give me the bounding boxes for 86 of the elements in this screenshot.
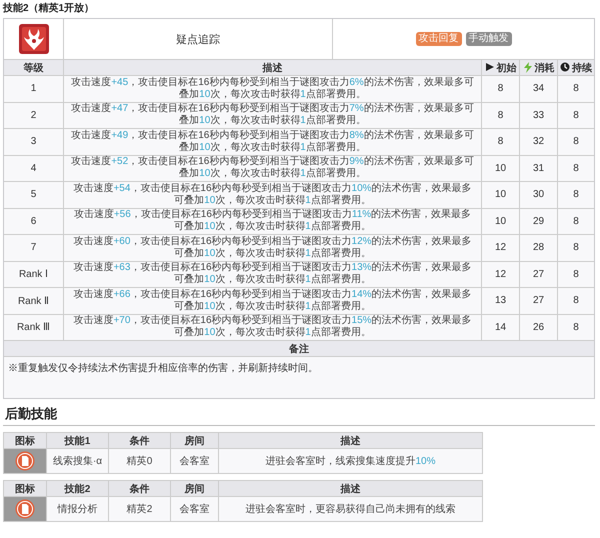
level-cell: 4	[30, 162, 36, 174]
skill-icon	[18, 23, 50, 55]
level-cell: Rank Ⅲ	[16, 321, 50, 334]
column-header: 房间	[184, 482, 204, 496]
initial-cell: 12	[494, 268, 506, 280]
cost-cell: 34	[532, 83, 544, 94]
cost-cell: 27	[532, 295, 544, 306]
initial-cell: 14	[494, 322, 506, 333]
duration-cell: 8	[573, 268, 579, 280]
condition-cell-text: 精英2	[126, 502, 152, 516]
column-header: 描述	[340, 482, 360, 496]
description-text: 攻击速度+63，攻击使目标在16秒内每秒受到相当于谜图攻击力13%的法术伤害，效果最多可叠加10次，每次攻击时获得1点部署费用。	[72, 262, 473, 286]
skill-name: 疑点追踪	[176, 32, 220, 46]
description-text: 进驻会客室时，线索搜集速度提升10%	[265, 454, 436, 468]
document-icon	[15, 499, 35, 519]
initial-cell: 10	[494, 162, 506, 174]
column-header: 消耗	[534, 62, 554, 74]
duration-cell: 8	[573, 83, 579, 94]
condition-cell-text: 精英0	[126, 454, 152, 468]
duration-cell: 8	[573, 136, 579, 148]
level-cell: 2	[30, 110, 36, 121]
cost-cell: 30	[532, 189, 544, 200]
column-header: 条件	[130, 482, 150, 496]
column-header: 房间	[184, 434, 204, 448]
description-text: 攻击速度+54，攻击使目标在16秒内每秒受到相当于谜图攻击力10%的法术伤害，效果最多可叠加10次，每次攻击时获得1点部署费用。	[72, 182, 473, 207]
description-text: 攻击速度+49，攻击使目标在16秒内每秒受到相当于谜图攻击力8%的法术伤害，效果最多可叠加10次，每次攻击时获得1点部署费用。	[70, 130, 475, 154]
skill-name: 情报分析	[58, 502, 98, 516]
duration-cell: 8	[573, 162, 579, 174]
duration-cell: 8	[573, 242, 579, 254]
section-heading: 后勤技能	[3, 407, 595, 426]
level-cell: 3	[30, 136, 36, 148]
initial-cell: 10	[494, 216, 506, 227]
play-icon	[484, 62, 494, 73]
duration-cell: 8	[573, 295, 579, 306]
duration-cell: 8	[573, 110, 579, 121]
column-header: 等级	[24, 62, 44, 74]
cost-cell: 28	[532, 242, 544, 254]
column-header: 持续	[572, 62, 592, 74]
initial-cell: 10	[494, 189, 506, 200]
cost-cell: 33	[532, 110, 544, 121]
initial-cell: 8	[498, 110, 504, 121]
cost-cell: 32	[532, 136, 544, 148]
cost-cell: 31	[532, 162, 544, 174]
level-cell: 1	[30, 83, 36, 94]
room-cell-text: 会客室	[180, 454, 210, 468]
initial-cell: 12	[494, 242, 506, 254]
level-cell: 5	[30, 189, 36, 200]
duration-cell: 8	[573, 322, 579, 333]
description-text: 攻击速度+60，攻击使目标在16秒内每秒受到相当于谜图攻击力12%的法术伤害，效果最多可叠加10次，每次攻击时获得1点部署费用。	[72, 236, 473, 260]
level-cell: 7	[30, 242, 36, 254]
column-header: 初始	[496, 61, 516, 74]
level-cell: 6	[30, 216, 36, 227]
cost-cell: 29	[532, 216, 544, 227]
tag-label: 手动触发	[466, 32, 512, 46]
clock-icon	[560, 62, 570, 73]
cost-cell: 26	[532, 322, 544, 333]
remarks-text: ※重复触发仅令持续法术伤害提升相应倍率的伤害，并刷新持续时间。	[8, 363, 318, 374]
skill-name: 线索搜集·α	[52, 454, 102, 468]
column-header: 图标	[15, 434, 35, 448]
description-text: 攻击速度+47，攻击使目标在16秒内每秒受到相当于谜图攻击力7%的法术伤害，效果最多可叠加10次，每次攻击时获得1点部署费用。	[70, 103, 475, 128]
room-cell-text: 会客室	[180, 502, 210, 516]
description-text: 攻击速度+56，攻击使目标在16秒内每秒受到相当于谜图攻击力11%的法术伤害，效果最多可叠加10次，每次攻击时获得1点部署费用。	[72, 209, 472, 234]
level-cell: Rank Ⅱ	[18, 294, 50, 307]
description-text: 进驻会客室时，更容易获得自己尚未拥有的线索	[246, 502, 456, 516]
column-header: 技能2	[64, 482, 90, 496]
initial-cell: 8	[498, 83, 504, 94]
column-header: 技能1	[64, 434, 90, 448]
column-header: 描述	[340, 434, 360, 448]
section-title: 技能2（精英1开放）	[3, 2, 96, 16]
duration-cell: 8	[573, 189, 579, 200]
remarks-header: 备注	[289, 342, 309, 356]
initial-cell: 13	[494, 295, 506, 306]
tag-label: 攻击回复	[416, 32, 462, 46]
duration-cell: 8	[573, 216, 579, 227]
cost-cell: 27	[532, 268, 544, 280]
description-text: 攻击速度+45，攻击使目标在16秒内每秒受到相当于谜图攻击力6%的法术伤害，效果最多可叠加10次，每次攻击时获得1点部署费用。	[70, 76, 475, 101]
description-text: 攻击速度+70，攻击使目标在16秒内每秒受到相当于谜图攻击力15%的法术伤害，效果最多可叠加10次，每次攻击时获得1点部署费用。	[72, 315, 473, 340]
column-header: 图标	[15, 482, 35, 496]
description-text: 攻击速度+52，攻击使目标在16秒内每秒受到相当于谜图攻击力9%的法术伤害，效果最多可叠加10次，每次攻击时获得1点部署费用。	[70, 156, 475, 180]
document-icon	[15, 451, 35, 471]
level-cell: Rank Ⅰ	[18, 268, 48, 280]
description-text: 攻击速度+66，攻击使目标在16秒内每秒受到相当于谜图攻击力14%的法术伤害，效果最多可叠加10次，每次攻击时获得1点部署费用。	[72, 288, 473, 313]
lightning-icon	[522, 62, 532, 73]
column-header: 条件	[130, 434, 150, 448]
initial-cell: 8	[498, 136, 504, 148]
column-header: 描述	[262, 62, 282, 74]
